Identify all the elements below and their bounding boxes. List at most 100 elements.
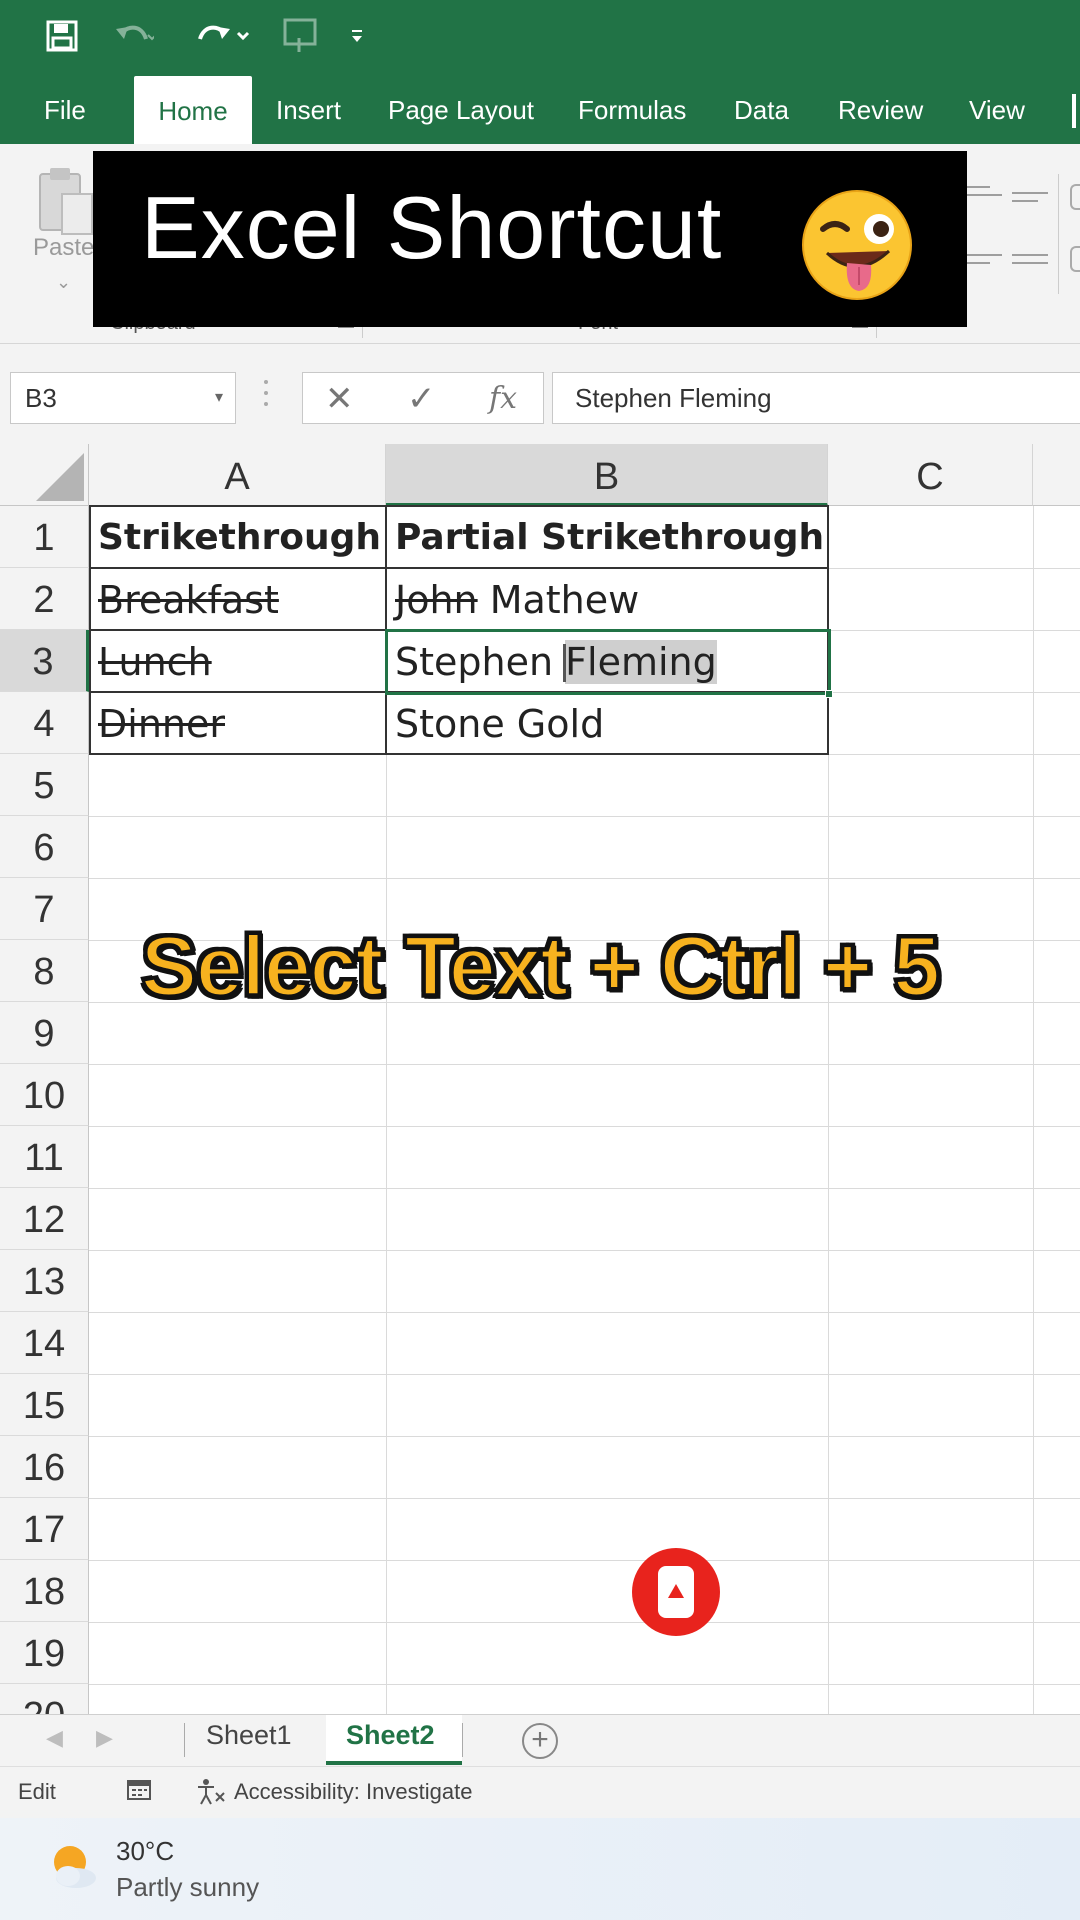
column-header-b[interactable]: B <box>386 444 828 506</box>
sheet-prev-icon[interactable]: ◀ <box>46 1725 63 1751</box>
column-header-d[interactable] <box>1033 444 1080 506</box>
text-cursor-icon <box>563 644 566 682</box>
cell-b2[interactable]: John Mathew <box>386 568 828 630</box>
gridline <box>89 1684 1080 1685</box>
formula-bar: B3 ▾ ✕ ✓ fx Stephen Fleming <box>0 344 1080 444</box>
align-top-icon[interactable] <box>966 186 1002 202</box>
status-mode: Edit <box>18 1779 56 1804</box>
title-overlay: Excel Shortcut <box>93 151 967 327</box>
overlay-caption: Select Text + Ctrl + 5 <box>139 918 941 1015</box>
gridline <box>89 1126 1080 1127</box>
drag-handle-icon[interactable] <box>264 380 270 414</box>
gridline <box>89 1188 1080 1189</box>
save-icon[interactable] <box>40 14 84 58</box>
tab-sheet1[interactable]: Sheet1 <box>186 1715 312 1765</box>
tab-view[interactable]: View <box>969 72 1025 144</box>
gridline <box>89 1250 1080 1251</box>
title-bar <box>0 0 1080 72</box>
touch-mode-icon[interactable] <box>276 14 326 58</box>
row-header[interactable]: 20 <box>0 1684 89 1714</box>
tab-sheet2[interactable]: Sheet2 <box>326 1715 462 1765</box>
enter-icon[interactable]: ✓ <box>407 379 436 419</box>
partly-sunny-icon[interactable] <box>46 1840 102 1896</box>
weather-temperature: 30°C <box>116 1836 175 1866</box>
fill-handle[interactable] <box>825 690 833 698</box>
merge-icon[interactable] <box>1070 246 1080 272</box>
cell-a3[interactable]: Lunch <box>89 630 386 692</box>
formula-buttons: ✕ ✓ fx <box>302 372 544 424</box>
row-header[interactable]: 12 <box>0 1188 89 1250</box>
row-header[interactable]: 15 <box>0 1374 89 1436</box>
row-header[interactable]: 13 <box>0 1250 89 1312</box>
wrap-icon[interactable] <box>1070 184 1080 210</box>
gridline <box>1033 506 1034 1714</box>
sheet-next-icon[interactable]: ▶ <box>96 1725 113 1751</box>
cell-mode-icon[interactable] <box>126 1777 152 1809</box>
align-middle-icon[interactable] <box>1012 192 1048 208</box>
cancel-icon[interactable]: ✕ <box>325 379 354 419</box>
add-sheet-button[interactable]: + <box>522 1723 558 1759</box>
sheet-separator <box>184 1723 185 1757</box>
status-accessibility[interactable]: Accessibility: Investigate <box>234 1779 472 1805</box>
cell-a4[interactable]: Dinner <box>89 692 386 754</box>
sheet-separator <box>462 1723 463 1757</box>
group-divider <box>1058 174 1059 294</box>
row-header[interactable]: 4 <box>0 692 89 754</box>
tab-formulas[interactable]: Formulas <box>578 72 686 144</box>
row-header[interactable]: 14 <box>0 1312 89 1374</box>
cell-b4[interactable]: Stone Gold <box>386 692 828 754</box>
spreadsheet-grid: A B C 1 2 3 4 5 6 7 8 9 10 11 12 13 14 1… <box>0 444 1080 1714</box>
tab-file[interactable]: File <box>44 72 86 144</box>
taskbar: 30°C Partly sunny <box>0 1818 1080 1920</box>
align-left-icon[interactable] <box>966 254 1002 270</box>
chevron-down-icon[interactable]: ▾ <box>215 373 223 423</box>
redo-icon[interactable] <box>188 14 258 58</box>
gridline <box>89 1374 1080 1375</box>
accessibility-icon[interactable] <box>194 1777 228 1813</box>
column-header-c[interactable]: C <box>828 444 1033 506</box>
paste-dropdown-icon[interactable]: ⌄ <box>56 272 71 293</box>
gridline <box>89 1312 1080 1313</box>
row-header[interactable]: 5 <box>0 754 89 816</box>
cell-a2-text: Breakfast <box>98 578 279 622</box>
row-header[interactable]: 11 <box>0 1126 89 1188</box>
row-header[interactable]: 17 <box>0 1498 89 1560</box>
row-header[interactable]: 16 <box>0 1436 89 1498</box>
tab-overflow-edge <box>1072 94 1076 128</box>
name-box[interactable]: B3 ▾ <box>10 372 236 424</box>
row-header[interactable]: 10 <box>0 1064 89 1126</box>
cell-b2-struck-text: John <box>395 578 478 622</box>
select-all-button[interactable] <box>0 444 89 506</box>
gridline <box>89 1622 1080 1623</box>
tab-review[interactable]: Review <box>838 72 923 144</box>
tab-page-layout[interactable]: Page Layout <box>388 72 534 144</box>
column-header-a[interactable]: A <box>89 444 386 506</box>
customize-toolbar-icon[interactable] <box>344 14 370 58</box>
cell-b1[interactable]: Partial Strikethrough <box>386 506 828 568</box>
cell-a3-text: Lunch <box>98 640 212 684</box>
row-header[interactable]: 6 <box>0 816 89 878</box>
cell-a4-text: Dinner <box>98 702 225 746</box>
tab-data[interactable]: Data <box>734 72 789 144</box>
row-header[interactable]: 19 <box>0 1622 89 1684</box>
status-bar: Edit Accessibility: Investigate <box>0 1766 1080 1818</box>
cell-a2[interactable]: Breakfast <box>89 568 386 630</box>
cell-a1[interactable]: Strikethrough <box>89 506 386 568</box>
align-right-icon[interactable] <box>1012 254 1048 270</box>
formula-input[interactable]: Stephen Fleming <box>552 372 1080 424</box>
insert-function-icon[interactable]: fx <box>489 379 517 419</box>
overlay-title: Excel Shortcut <box>141 178 723 277</box>
tab-home[interactable]: Home <box>134 76 252 144</box>
gridline <box>89 878 1080 879</box>
paste-label: Paste <box>33 234 95 261</box>
tab-insert[interactable]: Insert <box>276 72 341 144</box>
record-button[interactable] <box>632 1548 720 1636</box>
row-header[interactable]: 18 <box>0 1560 89 1622</box>
row-header[interactable]: 2 <box>0 568 89 630</box>
undo-icon[interactable] <box>104 14 164 58</box>
sheet-tab-bar: ◀ ▶ Sheet1 Sheet2 + <box>0 1714 1080 1766</box>
row-header-selected[interactable]: 3 <box>0 630 89 692</box>
row-header[interactable]: 1 <box>0 506 89 568</box>
phone-icon <box>658 1566 694 1618</box>
weather-condition: Partly sunny <box>116 1872 260 1902</box>
